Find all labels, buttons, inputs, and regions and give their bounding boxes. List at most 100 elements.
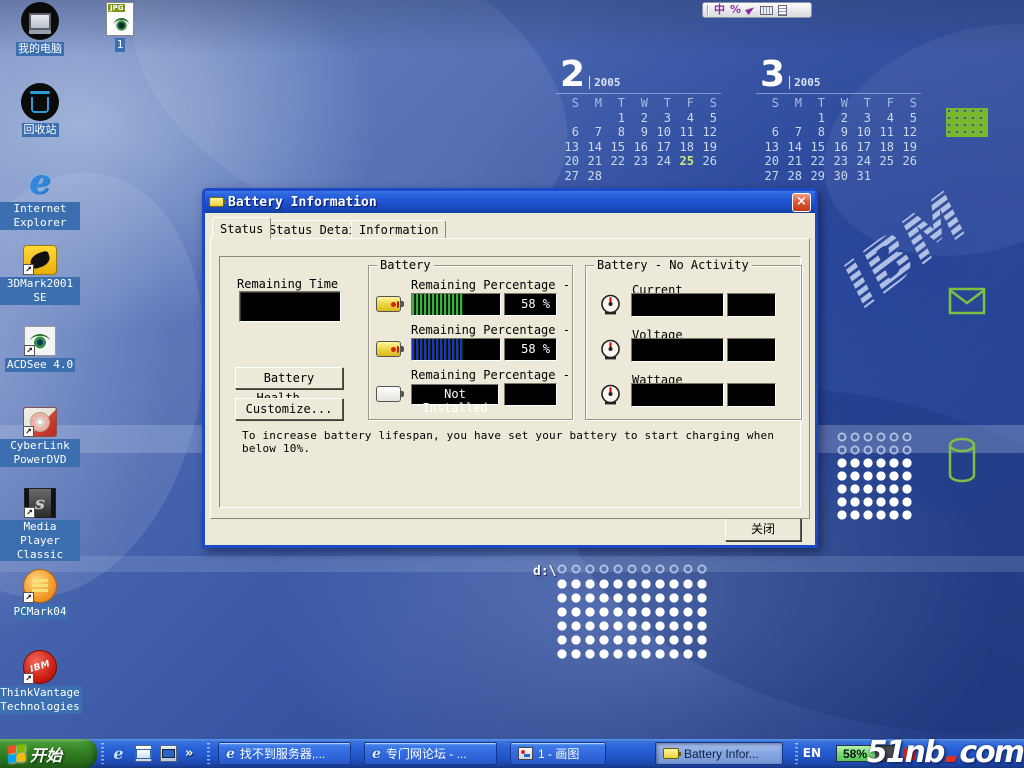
calendar-day: 19 [694,140,717,155]
windows-flag-icon [8,744,25,763]
tab-information[interactable]: Information [351,220,446,239]
calendar-day: 1 [802,111,825,126]
desktop-icon-media-player-classic[interactable]: ↗Media Player Classic [0,488,80,569]
calendar-day: 5 [694,111,717,126]
remaining-percentage-label: Remaining Percentage - [411,368,570,382]
task-button-battery-information[interactable]: Battery Infor... [655,742,783,765]
desktop-icon-label: Media Player Classic [0,520,80,561]
task-button-server-not-found[interactable]: 找不到服务器,... [218,742,351,765]
calendar-day-header: T [802,96,825,111]
remaining-time-display [239,291,341,322]
language-bar-grip[interactable] [707,5,709,15]
recycle-bin-icon [21,83,59,121]
close-icon[interactable]: × [792,193,811,212]
show-desktop-icon[interactable] [160,745,177,762]
calendar-day-empty [625,169,648,184]
calendar-day: 3 [848,111,871,126]
language-bar-menu-icon[interactable] [778,5,787,16]
calendar-day: 11 [871,125,894,140]
battery-empty-icon [376,386,401,402]
calendar-day: 23 [625,154,648,169]
calendar-day: 26 [694,154,717,169]
desktop-icon-pcmark04[interactable]: ↗PCMark04 [0,569,80,650]
pcmark-icon: ↗ [23,569,57,603]
quick-launch-more-chevron[interactable]: » [185,746,193,761]
watermark-left: 51nb [867,735,944,768]
calendar-day-header: T [848,96,871,111]
calendar-day: 16 [625,140,648,155]
battery-row: 58 % [369,338,572,361]
close-button[interactable]: 关闭 [725,518,801,541]
desktop-icon-thinkvantage-technologies[interactable]: ↗ThinkVantage Technologies [0,650,80,731]
calendar-day-empty [648,169,671,184]
calendar-day: 21 [579,154,602,169]
calendar-day: 28 [779,169,802,184]
task-button-area: 找不到服务器,... 专门网论坛 - ... 1 - 画图 Battery In… [218,739,796,768]
internet-explorer-icon[interactable] [110,745,127,762]
language-indicator[interactable]: EN [803,746,821,760]
calendar-day: 2 [625,111,648,126]
desktop-icon-slot2: 1 [94,2,146,52]
calendar-day: 20 [756,154,779,169]
pen-icon[interactable] [745,5,756,15]
window-title-bar[interactable]: Battery Information × [205,191,815,213]
mail-icon[interactable] [135,745,152,762]
desktop-icon-recycle-bin[interactable]: 回收站 [0,83,80,164]
calendar-day: 15 [602,140,625,155]
calendar-day-empty [694,169,717,184]
desktop-icon-acdsee-4-0[interactable]: ↗ACDSee 4.0 [0,326,80,407]
battery-row: Not Installed [369,383,572,406]
battery-information-window: Battery Information × Status Status Deta… [202,188,818,548]
calendar-day-header: S [694,96,717,111]
desktop-icon-3dmark2001-se[interactable]: ↗3DMark2001 SE [0,245,80,326]
background-band [0,556,1024,572]
taskbar-separator[interactable] [795,743,798,764]
calendar-day-empty [556,111,579,126]
gauge-icon [600,294,621,315]
calendar-grid: 1234567891011121314151617181920212223242… [556,111,721,184]
task-button-label: 1 - 画图 [538,745,579,762]
calendar-day-header: F [671,96,694,111]
desktop-icon-internet-explorer[interactable]: Internet Explorer [0,164,80,245]
task-button-forum[interactable]: 专门网论坛 - ... [364,742,497,765]
calendar-day: 18 [671,140,694,155]
taskbar-separator[interactable] [101,743,104,764]
battery-health-button[interactable]: Battery Health... [235,367,343,389]
desktop-icon-jpg-file-1[interactable]: 1 [94,2,146,52]
window-title: Battery Information [228,195,377,210]
gauge-icon [600,384,621,405]
calendar-day-header: W [825,96,848,111]
desktop-icon-cyberlink-powerdvd[interactable]: ↗CyberLink PowerDVD [0,407,80,488]
taskbar-separator[interactable] [207,743,210,764]
start-button[interactable]: 开始 [0,739,97,768]
desktop-icon-my-computer[interactable]: 我的电脑 [0,2,80,83]
desktop-icon-label: CyberLink PowerDVD [0,439,80,467]
dot-grid [836,431,914,522]
input-mode-icon[interactable]: % [730,4,741,16]
task-button-label: 专门网论坛 - ... [386,745,467,762]
calendar-day: 29 [802,169,825,184]
watermark: 51nb com [867,735,1023,768]
desktop-icon-label: 我的电脑 [16,42,64,56]
language-bar[interactable]: 中 % [702,2,812,18]
calendar-day-headers: SMTWTFS [756,93,921,111]
calendar-day: 7 [779,125,802,140]
dot-grid-hollow [556,563,710,578]
calendar-day: 20 [556,154,579,169]
customize-button[interactable]: Customize... [235,398,343,420]
mpc-icon: ↗ [24,488,56,518]
shortcut-arrow-icon: ↗ [23,592,34,603]
calendar-day-header: M [579,96,602,111]
calendar-day: 18 [871,140,894,155]
calendar-day: 21 [779,154,802,169]
calendar-feb: 22005 SMTWTFS 12345678910111213141516171… [556,56,721,183]
input-method-indicator[interactable]: 中 [714,4,725,16]
keyboard-icon[interactable] [760,6,773,15]
task-button-paint[interactable]: 1 - 画图 [510,742,606,765]
calendar-day: 31 [848,169,871,184]
battery-group: Battery Remaining Percentage - 58 % Rema… [368,265,573,420]
desktop-icon-label: ACDSee 4.0 [5,358,75,372]
cylinder-icon [946,436,978,484]
calendar-day-header: T [602,96,625,111]
tab-status[interactable]: Status [212,217,271,239]
